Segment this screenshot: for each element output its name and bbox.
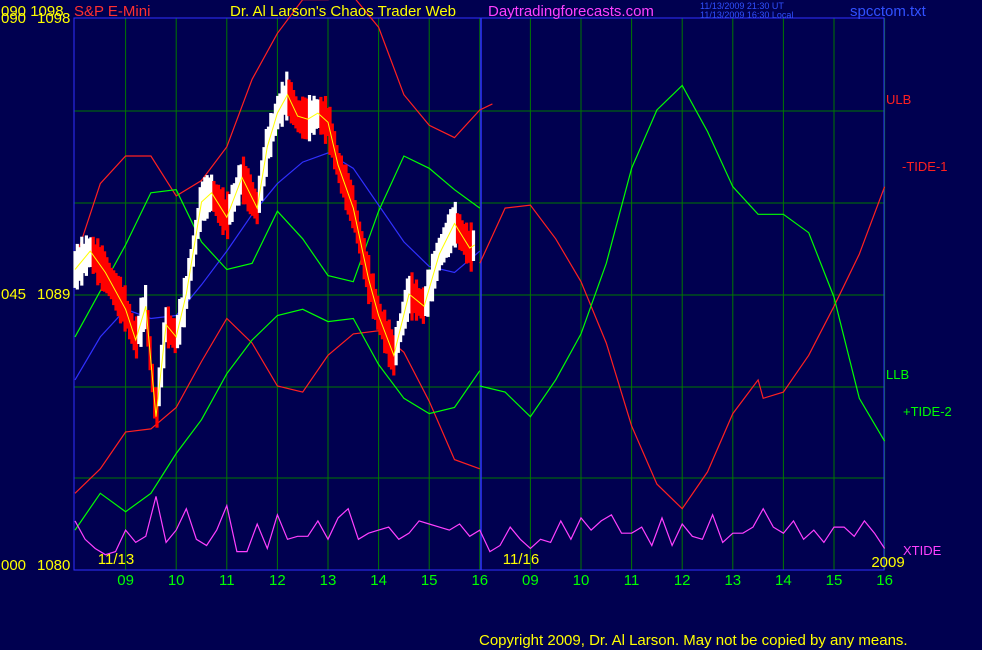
legend-label: XTIDE bbox=[903, 543, 942, 558]
copyright-text: Copyright 2009, Dr. Al Larson. May not b… bbox=[479, 632, 908, 649]
x-tick-label: 12 bbox=[674, 572, 691, 589]
y-tick-price: 1080 bbox=[37, 557, 70, 574]
y-tick-left: 000 bbox=[1, 557, 26, 574]
site-label: Daytradingforecasts.com bbox=[488, 3, 654, 20]
x-tick-label: 09 bbox=[522, 572, 539, 589]
date-label: 2009 bbox=[871, 554, 904, 571]
date-label: 11/13 bbox=[98, 551, 134, 568]
x-tick-label: 14 bbox=[370, 572, 387, 589]
x-tick-label: 15 bbox=[826, 572, 843, 589]
plot-frame bbox=[73, 17, 885, 571]
x-tick-label: 16 bbox=[876, 572, 893, 589]
x-tick-label: 09 bbox=[117, 572, 134, 589]
legend-label: LLB bbox=[886, 367, 909, 382]
symbol-label: S&P E-Mini bbox=[74, 3, 151, 20]
x-tick-label: 12 bbox=[269, 572, 286, 589]
y-tick-price: 1089 bbox=[37, 286, 70, 303]
y-axis-top-label: 090 1098 bbox=[1, 3, 64, 20]
x-tick-label: 10 bbox=[168, 572, 185, 589]
x-tick-label: 13 bbox=[724, 572, 741, 589]
y-tick-left: 045 bbox=[1, 286, 26, 303]
x-tick-label: 11 bbox=[219, 572, 235, 589]
file-name-label: spcctom.txt bbox=[850, 3, 926, 20]
chart-title: Dr. Al Larson's Chaos Trader Web bbox=[230, 3, 457, 20]
chart-plot: 090 1098045 1089000 108009 10 11 12 13 14 15 16 09 1… bbox=[1, 0, 952, 589]
legend-label: -TIDE-1 bbox=[902, 159, 948, 174]
x-tick-label: 10 bbox=[573, 572, 590, 589]
local-timestamp: 11/13/2009 16:30 Local bbox=[700, 10, 794, 20]
legend-label: ULB bbox=[886, 92, 911, 107]
date-label: 11/16 bbox=[503, 551, 539, 568]
x-tick-label: 14 bbox=[775, 572, 792, 589]
legend-label: +TIDE-2 bbox=[903, 404, 952, 419]
x-tick-label: 11 bbox=[624, 572, 640, 589]
x-tick-label: 15 bbox=[421, 572, 438, 589]
x-tick-label: 13 bbox=[320, 572, 337, 589]
price-close-line bbox=[74, 93, 475, 417]
x-tick-label: 16 bbox=[471, 572, 488, 589]
